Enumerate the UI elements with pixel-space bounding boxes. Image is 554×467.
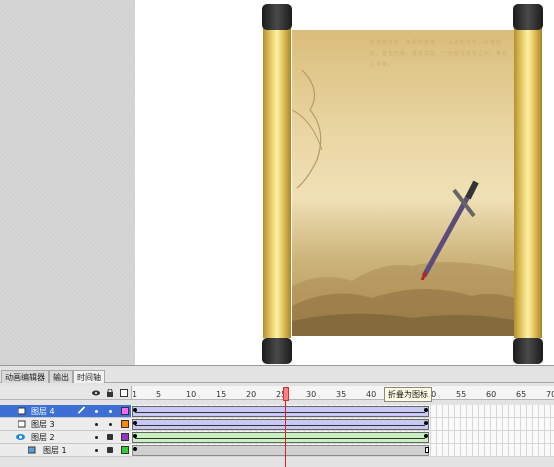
keyframe[interactable] <box>424 408 428 412</box>
layer-label: 图层 1 <box>43 446 67 455</box>
ruler-tick-label: 35 <box>336 390 347 399</box>
pencil-icon <box>77 406 86 414</box>
layer-name-cell[interactable]: 图层 1 <box>0 444 131 457</box>
ruler-tick-label: 5 <box>156 390 162 399</box>
keyframe[interactable] <box>133 408 137 412</box>
ruler-tick-label: 65 <box>516 390 527 399</box>
layer-row[interactable]: 图层 4 <box>0 405 554 418</box>
scroll-left-roller <box>263 28 291 338</box>
roller-cap <box>513 4 543 30</box>
layer-color-swatch[interactable] <box>121 407 129 415</box>
layer-color-swatch[interactable] <box>121 446 129 454</box>
layer-frames[interactable] <box>131 431 554 444</box>
layer-row[interactable]: 图层 3 <box>0 418 554 431</box>
tab-motion-editor[interactable]: 动画编辑器 <box>1 370 49 383</box>
tab-output[interactable]: 输出 <box>49 370 73 383</box>
scroll-parchment: 东方的天空，无尽的苍穹，一点点的光芒。大地如此，苍生万物，是是非非。一切都在变化… <box>292 30 514 336</box>
eye-icon[interactable] <box>92 389 100 397</box>
scroll-right-roller <box>514 28 542 338</box>
layer-name-cell[interactable]: 图层 4 <box>0 405 131 418</box>
playhead-handle[interactable] <box>283 387 289 401</box>
visibility-dot[interactable] <box>95 449 98 452</box>
keyframe[interactable] <box>133 434 137 438</box>
ruler-tick-label: 1 <box>132 390 138 399</box>
outline-icon[interactable] <box>120 389 128 397</box>
tween-arrow <box>135 438 425 439</box>
tooltip: 折叠为图标 <box>384 387 432 402</box>
layer-label: 图层 3 <box>31 420 55 429</box>
keyframe[interactable] <box>133 421 137 425</box>
layer-label: 图层 2 <box>31 433 55 442</box>
layer-name-cell[interactable]: 图层 2 <box>0 431 131 444</box>
ruler-tick-label: 10 <box>186 390 197 399</box>
lock-icon[interactable] <box>107 447 113 453</box>
layer-icon <box>18 420 26 428</box>
layer-icon <box>28 446 36 454</box>
layer-frames[interactable] <box>131 418 554 431</box>
figure-sketch <box>292 70 323 189</box>
ruler-tick-label: 70 <box>546 390 554 399</box>
layer-header <box>0 386 131 400</box>
ruler-tick-label: 55 <box>456 390 467 399</box>
roller-cap <box>513 338 543 364</box>
ruler-tick-label: 40 <box>366 390 377 399</box>
ruler-tick-label: 30 <box>306 390 317 399</box>
lock-icon[interactable] <box>107 434 113 440</box>
visibility-dot[interactable] <box>95 423 98 426</box>
tween-span[interactable] <box>132 419 429 430</box>
keyframe[interactable] <box>424 421 428 425</box>
keyframe[interactable] <box>133 447 137 451</box>
layer-frames[interactable] <box>131 444 554 457</box>
tween-arrow <box>135 412 425 413</box>
keyframe[interactable] <box>424 434 428 438</box>
ruler-tick-label: 60 <box>486 390 497 399</box>
layer-label: 图层 4 <box>31 407 55 416</box>
tab-label: 时间轴 <box>77 373 101 382</box>
end-frame[interactable] <box>425 447 429 453</box>
layer-frames[interactable] <box>131 405 554 418</box>
static-frames-span[interactable] <box>132 445 429 456</box>
scroll-poem: 东方的天空，无尽的苍穹，一点点的光芒。大地如此，苍生万物，是是非非。一切都在变化… <box>370 40 509 68</box>
layer-icon <box>18 407 26 415</box>
roller-cap <box>262 4 292 30</box>
lock-dot[interactable] <box>109 410 112 413</box>
playhead-line <box>285 401 286 467</box>
layer-name-cell[interactable]: 图层 3 <box>0 418 131 431</box>
layer-color-swatch[interactable] <box>121 420 129 428</box>
tween-span[interactable] <box>132 432 429 443</box>
lock-icon[interactable] <box>106 389 114 397</box>
ruler-tick-label: 15 <box>216 390 227 399</box>
ruler-tick-label: 20 <box>246 390 257 399</box>
eye-icon <box>16 434 25 440</box>
layer-row[interactable]: 图层 2 <box>0 431 554 444</box>
layer-color-swatch[interactable] <box>121 433 129 441</box>
tab-timeline[interactable]: 时间轴 <box>73 370 105 383</box>
visibility-dot[interactable] <box>95 410 98 413</box>
tween-span[interactable] <box>132 406 429 417</box>
tab-label: 输出 <box>53 373 69 382</box>
lock-dot[interactable] <box>109 423 112 426</box>
roller-cap <box>262 338 292 364</box>
playhead[interactable] <box>283 387 289 467</box>
visibility-dot[interactable] <box>95 436 98 439</box>
layer-row[interactable]: 图层 1 <box>0 444 554 457</box>
tween-arrow <box>135 425 425 426</box>
tab-label: 动画编辑器 <box>5 373 45 382</box>
brush-pen <box>420 180 479 280</box>
